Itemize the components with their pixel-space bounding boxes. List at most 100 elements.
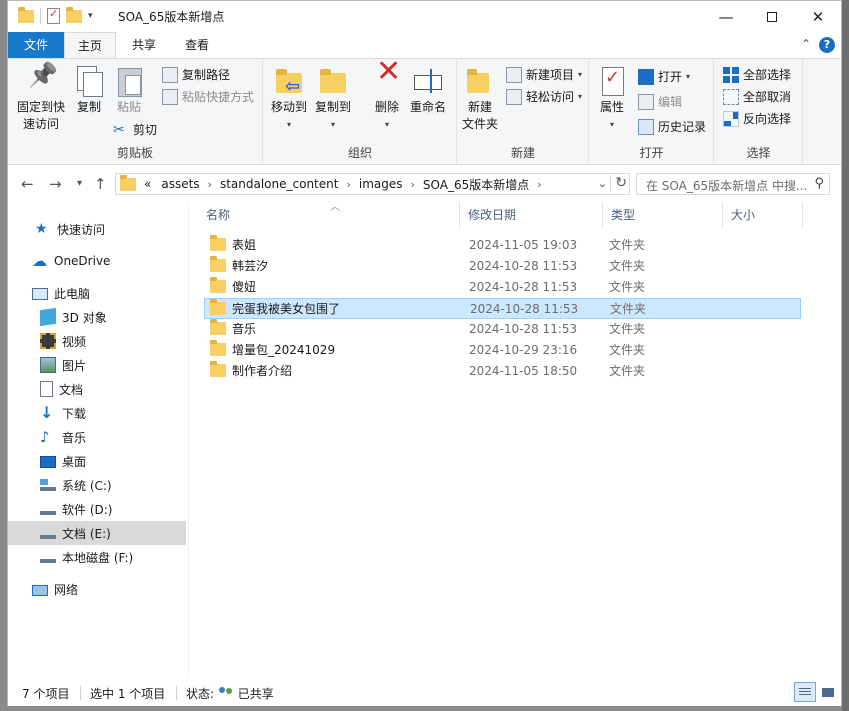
paste-shortcut-button[interactable]: 粘贴快捷方式 — [162, 88, 254, 105]
sidebar-item-pictures[interactable]: 图片 — [8, 353, 186, 377]
properties-icon[interactable] — [47, 7, 60, 24]
open-button[interactable]: 打开 ▾ — [638, 68, 690, 85]
new-folder-button[interactable]: 新建 文件夹 — [460, 65, 500, 133]
scissors-icon: ✂ — [113, 121, 125, 138]
pin-to-quick-access-button[interactable]: 固定到快 速访问 — [14, 65, 68, 133]
search-placeholder: 在 SOA_65版本新增点 中搜... — [646, 179, 808, 193]
column-header-type[interactable]: 类型 — [603, 202, 723, 229]
select-all-button[interactable]: 全部选择 — [723, 66, 791, 83]
file-type: 文件夹 — [610, 302, 647, 316]
easy-access-dropdown-icon: ▾ — [578, 92, 583, 101]
group-new-label: 新建 — [510, 146, 535, 160]
up-arrow-icon[interactable]: ↑ — [94, 175, 107, 193]
file-row[interactable]: 韩芸汐 2024-10-28 11:53 文件夹 — [204, 255, 801, 276]
sidebar-item-quick-access[interactable]: ★ 快速访问 — [8, 217, 186, 241]
file-row[interactable]: 制作者介绍 2024-11-05 18:50 文件夹 — [204, 360, 801, 381]
cut-label: 剪切 — [133, 123, 158, 137]
file-name: 韩芸汐 — [232, 259, 269, 273]
copy-path-label: 复制路径 — [182, 68, 231, 82]
large-icons-view-button[interactable] — [817, 682, 839, 702]
pin-icon — [25, 65, 57, 97]
maximize-button[interactable] — [749, 1, 795, 32]
new-item-button[interactable]: 新建项目 ▾ — [506, 66, 582, 83]
file-date: 2024-10-28 11:53 — [469, 279, 578, 294]
sidebar-item-videos[interactable]: 视频 — [8, 329, 186, 353]
rename-button[interactable]: 重命名 — [406, 65, 450, 116]
close-button[interactable]: ✕ — [795, 1, 841, 32]
open-dropdown-icon: ▾ — [686, 72, 691, 81]
details-view-icon — [799, 688, 811, 697]
breadcrumb-images[interactable]: images — [359, 177, 403, 191]
tab-home[interactable]: 主页 — [64, 32, 116, 59]
sidebar-item-downloads[interactable]: ↓ 下载 — [8, 401, 186, 425]
file-row-selected[interactable]: 完蛋我被美女包围了 2024-10-28 11:53 文件夹 — [204, 298, 801, 319]
recent-locations-dropdown-icon[interactable]: ▾ — [77, 178, 82, 189]
cut-button[interactable]: ✂ 剪切 — [113, 121, 157, 138]
details-view-button[interactable] — [794, 682, 816, 702]
column-header-date[interactable]: 修改日期 — [460, 202, 603, 229]
address-dropdown-icon[interactable]: ⌄ — [598, 177, 607, 190]
tab-view[interactable]: 查看 — [171, 32, 223, 58]
help-icon[interactable]: ? — [819, 37, 835, 53]
breadcrumb-current-folder[interactable]: SOA_65版本新增点 — [423, 176, 529, 193]
copy-path-button[interactable]: 复制路径 — [162, 66, 230, 83]
new-folder-icon[interactable] — [66, 6, 82, 23]
paste-button[interactable]: 粘贴 — [111, 65, 147, 116]
file-row[interactable]: 增量包_20241029 2024-10-29 23:16 文件夹 — [204, 339, 801, 360]
forward-arrow-icon[interactable]: → — [49, 175, 62, 193]
back-arrow-icon[interactable]: ← — [21, 175, 34, 193]
column-header-size[interactable]: 大小 — [723, 202, 803, 229]
sidebar-item-drive-f[interactable]: 本地磁盘 (F:) — [8, 545, 186, 569]
sidebar-item-network[interactable]: 网络 — [8, 577, 186, 601]
copy-to-button[interactable]: 复制到 ▾ — [312, 65, 354, 133]
refresh-icon[interactable]: ↻ — [610, 175, 627, 191]
history-button[interactable]: 历史记录 — [638, 118, 706, 135]
sidebar-item-documents[interactable]: 文档 — [8, 377, 186, 401]
column-header-name[interactable]: 名称 — [198, 202, 460, 229]
file-row[interactable]: 音乐 2024-10-28 11:53 文件夹 — [204, 318, 801, 339]
easy-access-button[interactable]: 轻松访问 ▾ — [506, 88, 582, 105]
breadcrumb-assets[interactable]: assets — [161, 177, 199, 191]
tab-file[interactable]: 文件 — [8, 32, 64, 58]
sidebar-item-music[interactable]: ♪ 音乐 — [8, 425, 186, 449]
search-icon[interactable]: ⚲ — [814, 176, 824, 191]
collapse-ribbon-icon[interactable]: ⌃ — [801, 37, 811, 51]
computer-icon — [32, 288, 48, 300]
minimize-button[interactable]: — — [703, 1, 749, 32]
invert-selection-icon — [723, 110, 739, 127]
invert-selection-button[interactable]: 反向选择 — [723, 110, 791, 127]
breadcrumb-standalone-content[interactable]: standalone_content — [220, 177, 339, 191]
copy-button[interactable]: 复制 — [71, 65, 107, 116]
customize-toolbar-dropdown-icon[interactable]: ▾ — [88, 11, 93, 21]
sidebar-item-drive-e[interactable]: 文档 (E:) — [8, 521, 186, 545]
folder-icon — [18, 6, 34, 23]
file-row[interactable]: 表姐 2024-11-05 19:03 文件夹 — [204, 234, 801, 255]
sidebar-item-drive-c[interactable]: 系统 (C:) — [8, 473, 186, 497]
music-icon: ♪ — [40, 428, 50, 446]
tab-share[interactable]: 共享 — [118, 32, 170, 58]
sidebar-item-drive-d[interactable]: 软件 (D:) — [8, 497, 186, 521]
file-list: ︿ 名称 修改日期 类型 大小 表姐 2024-11-05 19:03 文件夹 … — [198, 202, 838, 678]
breadcrumb-chevron-icon[interactable]: › — [411, 178, 415, 191]
sidebar-item-3d-objects[interactable]: 3D 对象 — [8, 305, 186, 329]
file-type: 文件夹 — [609, 280, 646, 294]
address-bar[interactable]: « assets › standalone_content › images ›… — [115, 173, 630, 195]
sidebar-item-desktop[interactable]: 桌面 — [8, 449, 186, 473]
navigation-pane-divider[interactable] — [188, 202, 189, 678]
select-none-button[interactable]: 全部取消 — [723, 88, 791, 105]
breadcrumb-chevron-icon[interactable]: › — [537, 178, 541, 191]
delete-button[interactable]: 删除 ▾ — [366, 63, 408, 133]
breadcrumb-chevron-icon[interactable]: › — [208, 178, 212, 191]
rename-icon — [412, 65, 444, 97]
file-row[interactable]: 傻妞 2024-10-28 11:53 文件夹 — [204, 276, 801, 297]
move-to-button[interactable]: ⇦ 移动到 ▾ — [268, 65, 310, 133]
breadcrumb-chevron-icon[interactable]: › — [346, 178, 350, 191]
properties-button[interactable]: 属性 ▾ — [594, 65, 630, 133]
drive-icon — [40, 527, 56, 539]
sidebar-item-this-pc[interactable]: 此电脑 — [8, 281, 186, 305]
breadcrumb-overflow[interactable]: « — [144, 177, 151, 191]
sidebar-item-onedrive[interactable]: ☁ OneDrive — [8, 249, 186, 273]
sidebar-item-label: 软件 (D:) — [62, 502, 113, 517]
edit-button[interactable]: 编辑 — [638, 93, 682, 110]
search-input[interactable]: 在 SOA_65版本新增点 中搜... ⚲ — [636, 173, 830, 195]
